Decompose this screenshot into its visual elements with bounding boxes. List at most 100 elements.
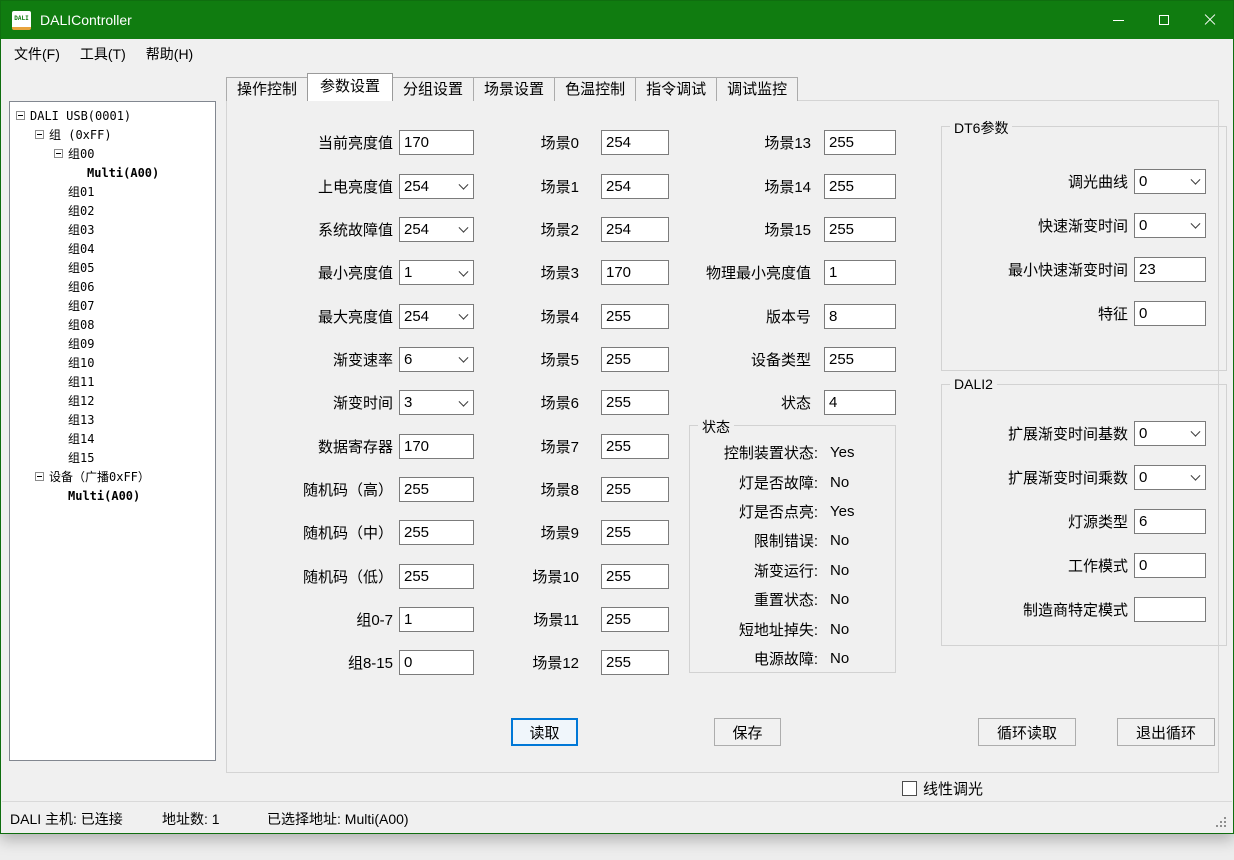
field-input[interactable] <box>399 564 474 589</box>
collapse-icon[interactable] <box>54 149 63 158</box>
tree-item[interactable]: 组08 <box>10 315 215 334</box>
menu-item[interactable]: 工具(T) <box>70 40 136 68</box>
tree-item[interactable]: 组12 <box>10 391 215 410</box>
tree-item[interactable]: 组13 <box>10 410 215 429</box>
field-label: 工作模式 <box>950 555 1128 576</box>
field-input[interactable] <box>824 347 896 372</box>
status-row: 灯是否点亮: Yes <box>690 501 895 522</box>
field-input[interactable] <box>399 477 474 502</box>
field-input[interactable] <box>399 520 474 545</box>
window-controls <box>1095 1 1233 39</box>
field-input[interactable] <box>824 174 896 199</box>
field-input[interactable] <box>601 304 669 329</box>
exit-loop-button[interactable]: 退出循环 <box>1117 718 1215 746</box>
field-input[interactable] <box>824 304 896 329</box>
param-row: 场景14 <box>689 174 896 199</box>
field-input[interactable] <box>601 130 669 155</box>
tree-item[interactable]: 组03 <box>10 220 215 239</box>
tree-item[interactable]: Multi(A00) <box>10 163 215 182</box>
tabstrip: 操作控制参数设置分组设置场景设置色温控制指令调试调试监控 <box>226 73 797 101</box>
field-input[interactable] <box>601 174 669 199</box>
minimize-icon <box>1113 20 1124 21</box>
tree-item[interactable]: Multi(A00) <box>10 486 215 505</box>
statusbar-address-count: 地址数: 1 <box>162 809 220 829</box>
field-input[interactable] <box>601 520 669 545</box>
tab[interactable]: 操作控制 <box>226 77 308 101</box>
field-label: 场景11 <box>499 609 579 630</box>
param-row: 场景10 <box>499 564 669 589</box>
param-row: 场景13 <box>689 130 896 155</box>
tree-item[interactable]: 组10 <box>10 353 215 372</box>
field-input[interactable] <box>1134 301 1206 326</box>
field-input[interactable] <box>601 564 669 589</box>
field-input[interactable] <box>601 650 669 675</box>
menu-item[interactable]: 文件(F) <box>4 40 70 68</box>
collapse-icon[interactable] <box>35 130 44 139</box>
tab[interactable]: 场景设置 <box>473 77 555 101</box>
tree-item[interactable]: 组15 <box>10 448 215 467</box>
field <box>601 650 669 675</box>
tree-item[interactable]: 组05 <box>10 258 215 277</box>
field-input[interactable] <box>399 130 474 155</box>
resize-grip[interactable] <box>1216 817 1218 819</box>
field-input[interactable] <box>601 477 669 502</box>
field-input[interactable] <box>399 434 474 459</box>
collapse-icon[interactable] <box>35 472 44 481</box>
field-input[interactable] <box>601 217 669 242</box>
tree-item-label: 组15 <box>68 449 94 466</box>
status-label: 灯是否故障: <box>690 472 818 493</box>
param-column-scenes: 场景0 场景1 场景2 <box>499 121 669 684</box>
field-input[interactable] <box>601 434 669 459</box>
maximize-button[interactable] <box>1141 1 1187 39</box>
field-input[interactable] <box>1134 509 1206 534</box>
minimize-button[interactable] <box>1095 1 1141 39</box>
close-button[interactable] <box>1187 1 1233 39</box>
tab[interactable]: 分组设置 <box>392 77 474 101</box>
field-input[interactable] <box>824 217 896 242</box>
param-row: 场景3 <box>499 260 669 285</box>
tree-item[interactable]: 组07 <box>10 296 215 315</box>
tree-item[interactable]: 组14 <box>10 429 215 448</box>
field-label: 最大亮度值 <box>243 306 393 327</box>
tree-item[interactable]: 组00 <box>10 144 215 163</box>
tree-item[interactable]: 组01 <box>10 182 215 201</box>
field <box>399 130 474 155</box>
tree-item-label: Multi(A00) <box>68 489 140 503</box>
field-input[interactable] <box>1134 257 1206 282</box>
save-button[interactable]: 保存 <box>714 718 781 746</box>
tree-item[interactable]: 组09 <box>10 334 215 353</box>
param-row: 场景8 <box>499 477 669 502</box>
tree-item[interactable]: 组 (0xFF) <box>10 125 215 144</box>
field-input[interactable] <box>399 607 474 632</box>
field-input[interactable] <box>1134 553 1206 578</box>
loop-read-button[interactable]: 循环读取 <box>978 718 1076 746</box>
field-input[interactable] <box>824 390 896 415</box>
param-row: 场景2 <box>499 217 669 242</box>
tree-item[interactable]: 组11 <box>10 372 215 391</box>
collapse-icon[interactable] <box>16 111 25 120</box>
field-input[interactable] <box>399 650 474 675</box>
param-row: 场景6 <box>499 390 669 415</box>
tab[interactable]: 指令调试 <box>635 77 717 101</box>
tree-item[interactable]: 组02 <box>10 201 215 220</box>
field-input[interactable] <box>601 607 669 632</box>
tab[interactable]: 参数设置 <box>307 73 393 101</box>
tree-item[interactable]: DALI USB(0001) <box>10 106 215 125</box>
tree-item[interactable]: 组06 <box>10 277 215 296</box>
field-input[interactable] <box>601 390 669 415</box>
tab[interactable]: 色温控制 <box>554 77 636 101</box>
tree-item-label: 组11 <box>68 373 94 390</box>
field-input[interactable] <box>824 130 896 155</box>
field-input[interactable] <box>601 260 669 285</box>
field-input[interactable] <box>601 347 669 372</box>
tab[interactable]: 调试监控 <box>716 77 798 101</box>
tree-item-label: 组12 <box>68 392 94 409</box>
field-input[interactable] <box>1134 597 1206 622</box>
field-input[interactable] <box>824 260 896 285</box>
tree-item[interactable]: 组04 <box>10 239 215 258</box>
tree-item[interactable]: 设备（广播0xFF） <box>10 467 215 486</box>
linear-dimming-checkbox[interactable] <box>902 781 917 796</box>
menu-item[interactable]: 帮助(H) <box>136 40 203 68</box>
read-button[interactable]: 读取 <box>511 718 578 746</box>
field-label: 场景14 <box>689 176 811 197</box>
